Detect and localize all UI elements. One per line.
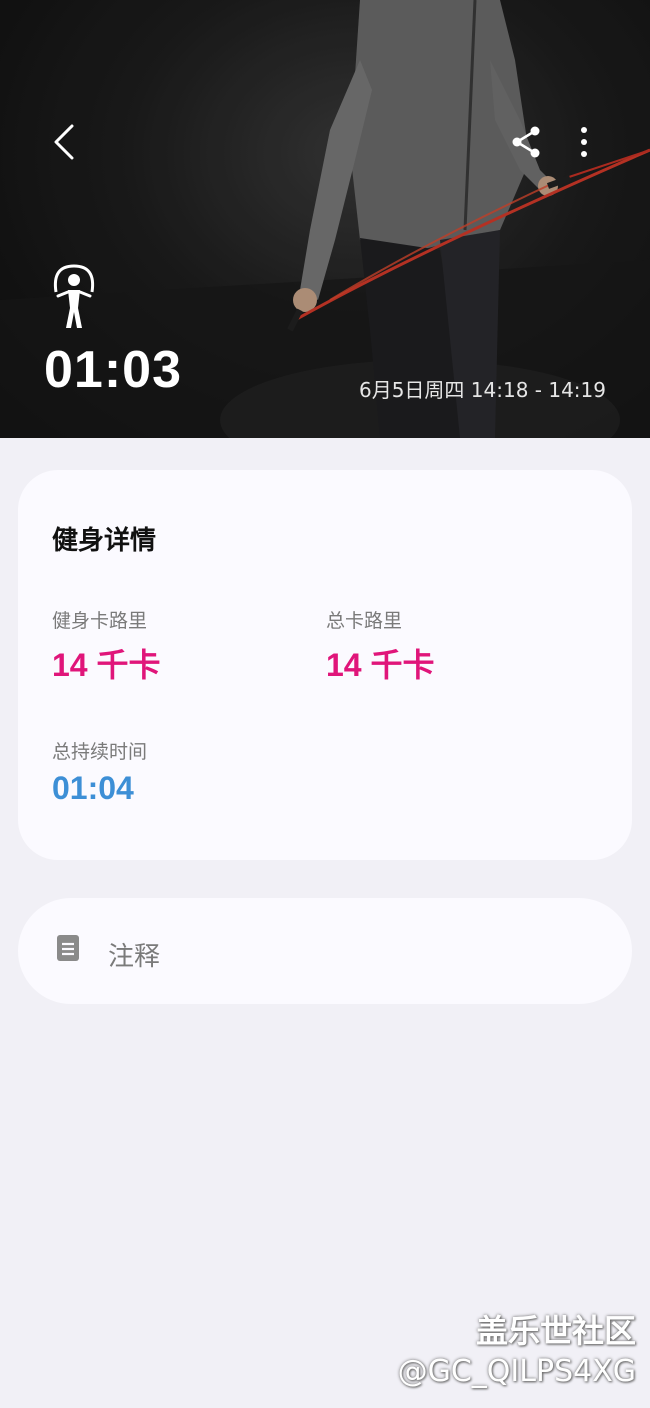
fitness-details-card: 健身详情 健身卡路里 14 千卡 总卡路里 14 千卡 总持续时间 01:04 [18, 470, 632, 860]
jump-rope-icon [53, 264, 95, 328]
watermark-community: 盖乐世社区 [475, 1312, 636, 1350]
share-icon [512, 126, 540, 158]
total-duration-label: 总持续时间 [52, 741, 148, 763]
note-icon [57, 935, 79, 961]
more-vertical-icon [581, 127, 587, 157]
total-duration-value: 01:04 [52, 770, 134, 806]
workout-duration: 01:03 [44, 341, 182, 399]
total-calories-value: 14 千卡 [326, 647, 435, 683]
workout-hero-image: 01:03 6月5日周四 14:18 - 14:19 [0, 0, 650, 438]
more-options-button[interactable] [566, 118, 602, 166]
chevron-left-icon [54, 124, 74, 160]
share-button[interactable] [502, 118, 550, 166]
note-label: 注释 [108, 942, 161, 972]
note-card[interactable]: 注释 [18, 898, 632, 1004]
workout-datetime: 6月5日周四 14:18 - 14:19 [358, 378, 606, 402]
active-calories-value: 14 千卡 [52, 647, 161, 683]
back-button[interactable] [40, 118, 88, 166]
watermark-user: @GC_QILPS4XG [397, 1354, 636, 1389]
card-title: 健身详情 [52, 526, 157, 556]
total-calories-label: 总卡路里 [326, 610, 403, 632]
active-calories-label: 健身卡路里 [52, 610, 148, 632]
